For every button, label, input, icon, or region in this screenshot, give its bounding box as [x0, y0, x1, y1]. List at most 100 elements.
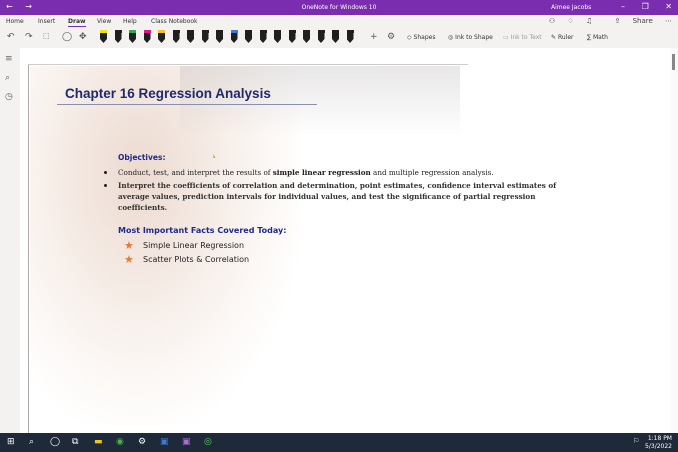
hamburger-icon[interactable]: ≡	[5, 54, 13, 64]
pen-11-icon[interactable]	[245, 30, 252, 45]
maximize-icon[interactable]: ❐	[642, 2, 649, 11]
onenote-icon[interactable]: ▣	[182, 437, 191, 447]
tab-home[interactable]: Home	[6, 18, 24, 25]
ruler-icon: ✎	[551, 34, 557, 41]
objectives-title[interactable]: Objectives:	[118, 153, 165, 162]
lasso-icon[interactable]: ◯	[62, 32, 72, 42]
tab-class-notebook[interactable]: Class Notebook	[151, 18, 198, 25]
pen-10-icon[interactable]	[230, 30, 238, 45]
more-icon[interactable]: ⋯	[665, 17, 672, 25]
pen-4-icon[interactable]	[143, 30, 151, 45]
shapes-button[interactable]: ◇ Shapes	[407, 34, 435, 41]
cortana-icon[interactable]: ◯	[50, 437, 60, 447]
minimize-icon[interactable]: –	[621, 2, 625, 11]
facts-title[interactable]: Most Important Facts Covered Today:	[118, 226, 286, 235]
file-explorer-icon[interactable]: ▬	[94, 437, 103, 447]
clock-date: 5/3/2022	[645, 443, 672, 450]
bell-icon[interactable]: ♫	[586, 17, 592, 25]
bullet-dot	[104, 184, 107, 187]
pen-2-icon[interactable]	[114, 30, 122, 45]
objective-bullet-2[interactable]: Interpret the coefficients of correlatio…	[118, 180, 556, 213]
pen-14-icon[interactable]	[288, 30, 296, 45]
bullet2-line-1: Interpret the coefficients of correlatio…	[118, 181, 557, 190]
fact-item-2[interactable]: Scatter Plots & Correlation	[143, 255, 249, 264]
pen-8-icon[interactable]	[201, 30, 209, 45]
pen-1-icon[interactable]	[100, 30, 107, 45]
page-edge	[28, 64, 29, 433]
app-icon[interactable]: ◎	[204, 437, 212, 447]
share-icon: ⇪	[614, 17, 621, 25]
ink-to-shape-icon: ◎	[448, 34, 454, 41]
pen-12-icon[interactable]	[259, 30, 267, 45]
math-button[interactable]: ∑ Math	[587, 34, 608, 41]
ink-to-text-button[interactable]: ▭ Ink to Text	[503, 34, 542, 41]
undo-icon[interactable]: ↶	[7, 32, 15, 42]
tab-draw[interactable]: Draw	[68, 18, 86, 27]
windows-start-icon[interactable]: ⊞	[7, 437, 15, 447]
ruler-label: Ruler	[557, 34, 574, 41]
user-name[interactable]: Aimee Jacobs	[551, 4, 591, 11]
tab-view[interactable]: View	[97, 18, 111, 25]
pen-5-icon[interactable]	[158, 30, 165, 45]
lasso-select-icon[interactable]: ⬚	[43, 32, 50, 40]
word-icon[interactable]: ▣	[160, 437, 169, 447]
nav-sidebar: ≡ ⌕ ◷	[0, 48, 20, 433]
search-icon[interactable]: ⌕	[5, 73, 10, 83]
draw-ribbon: ↶ ↷ ⬚ ◯ ✥ + ⚙ ◇ Shapes ◎ Ink to Shape ▭ …	[0, 28, 678, 49]
vertical-scrollbar[interactable]	[670, 48, 678, 433]
pen-16-icon[interactable]	[317, 30, 325, 45]
note-canvas[interactable]: Chapter 16 Regression Analysis Objective…	[20, 48, 670, 433]
settings-icon[interactable]: ⚙	[138, 437, 146, 447]
add-pen-icon[interactable]: +	[370, 32, 378, 42]
bullet1-bold: simple linear regression	[272, 168, 371, 177]
close-icon[interactable]: ✕	[665, 2, 672, 11]
page-top-edge	[28, 64, 468, 65]
bullet1-text-post: and multiple regression analysis.	[370, 168, 494, 177]
pen-17-icon[interactable]	[332, 30, 339, 45]
window-controls: – ❐ ✕	[607, 2, 672, 11]
pen-3-icon[interactable]	[129, 30, 136, 45]
title-bar: ← → OneNote for Windows 10 Aimee Jacobs …	[0, 0, 678, 15]
background-image-top	[180, 66, 460, 136]
title-underline	[57, 104, 317, 105]
bullet2-line-2: average values, prediction intervals for…	[118, 192, 536, 201]
pen-9-icon[interactable]	[216, 30, 223, 45]
scrollbar-thumb[interactable]	[672, 54, 675, 70]
chrome-icon[interactable]: ◉	[116, 437, 124, 447]
network-icon[interactable]: ⚐	[633, 437, 639, 445]
people-icon[interactable]: ⚇	[549, 17, 555, 25]
pen-7-icon[interactable]	[187, 30, 194, 45]
pen-18-icon[interactable]	[346, 30, 354, 45]
ruler-button[interactable]: ✎ Ruler	[551, 34, 573, 41]
pen-6-icon[interactable]	[172, 30, 180, 45]
menu-bar: Home Insert Draw View Help Class Noteboo…	[0, 15, 678, 28]
redo-icon[interactable]: ↷	[25, 32, 33, 42]
page-title[interactable]: Chapter 16 Regression Analysis	[65, 86, 271, 101]
bullet-dot	[104, 171, 107, 174]
task-view-icon[interactable]: ⧉	[72, 437, 78, 447]
bullet1-text-pre: Conduct, test, and interpret the results…	[118, 168, 273, 177]
math-icon: ∑	[587, 34, 592, 41]
shapes-icon: ◇	[407, 34, 412, 41]
shapes-label: Shapes	[413, 34, 436, 41]
bullet2-line-3: coefficients.	[118, 203, 168, 212]
fact-item-1[interactable]: Simple Linear Regression	[143, 241, 244, 250]
taskbar: ⊞ ⌕ ◯ ⧉ ▬ ◉ ⚙ ▣ ▣ ◎ ⚐ 1:18 PM 5/3/2022	[0, 433, 678, 452]
tab-insert[interactable]: Insert	[38, 18, 55, 25]
tab-help[interactable]: Help	[123, 18, 137, 25]
pan-icon[interactable]: ✥	[79, 32, 87, 42]
math-label: Math	[592, 34, 608, 41]
clock-time: 1:18 PM	[647, 435, 672, 442]
clock-icon[interactable]: ◷	[5, 92, 13, 102]
taskbar-search-icon[interactable]: ⌕	[29, 437, 34, 447]
lightbulb-icon[interactable]: ♢	[567, 17, 573, 25]
convert-icon[interactable]: ⚙	[387, 32, 395, 42]
pen-13-icon[interactable]	[274, 30, 281, 45]
pen-15-icon[interactable]	[303, 30, 310, 45]
objective-bullet-1[interactable]: Conduct, test, and interpret the results…	[118, 167, 494, 178]
taskbar-clock[interactable]: 1:18 PM 5/3/2022	[645, 435, 672, 451]
share-button[interactable]: ⇪ Share	[604, 17, 652, 25]
star-icon: ★	[124, 253, 134, 266]
ink-to-shape-button[interactable]: ◎ Ink to Shape	[448, 34, 493, 41]
menu-right-group: ⚇ ♢ ♫ ⇪ Share ⋯	[539, 17, 672, 25]
